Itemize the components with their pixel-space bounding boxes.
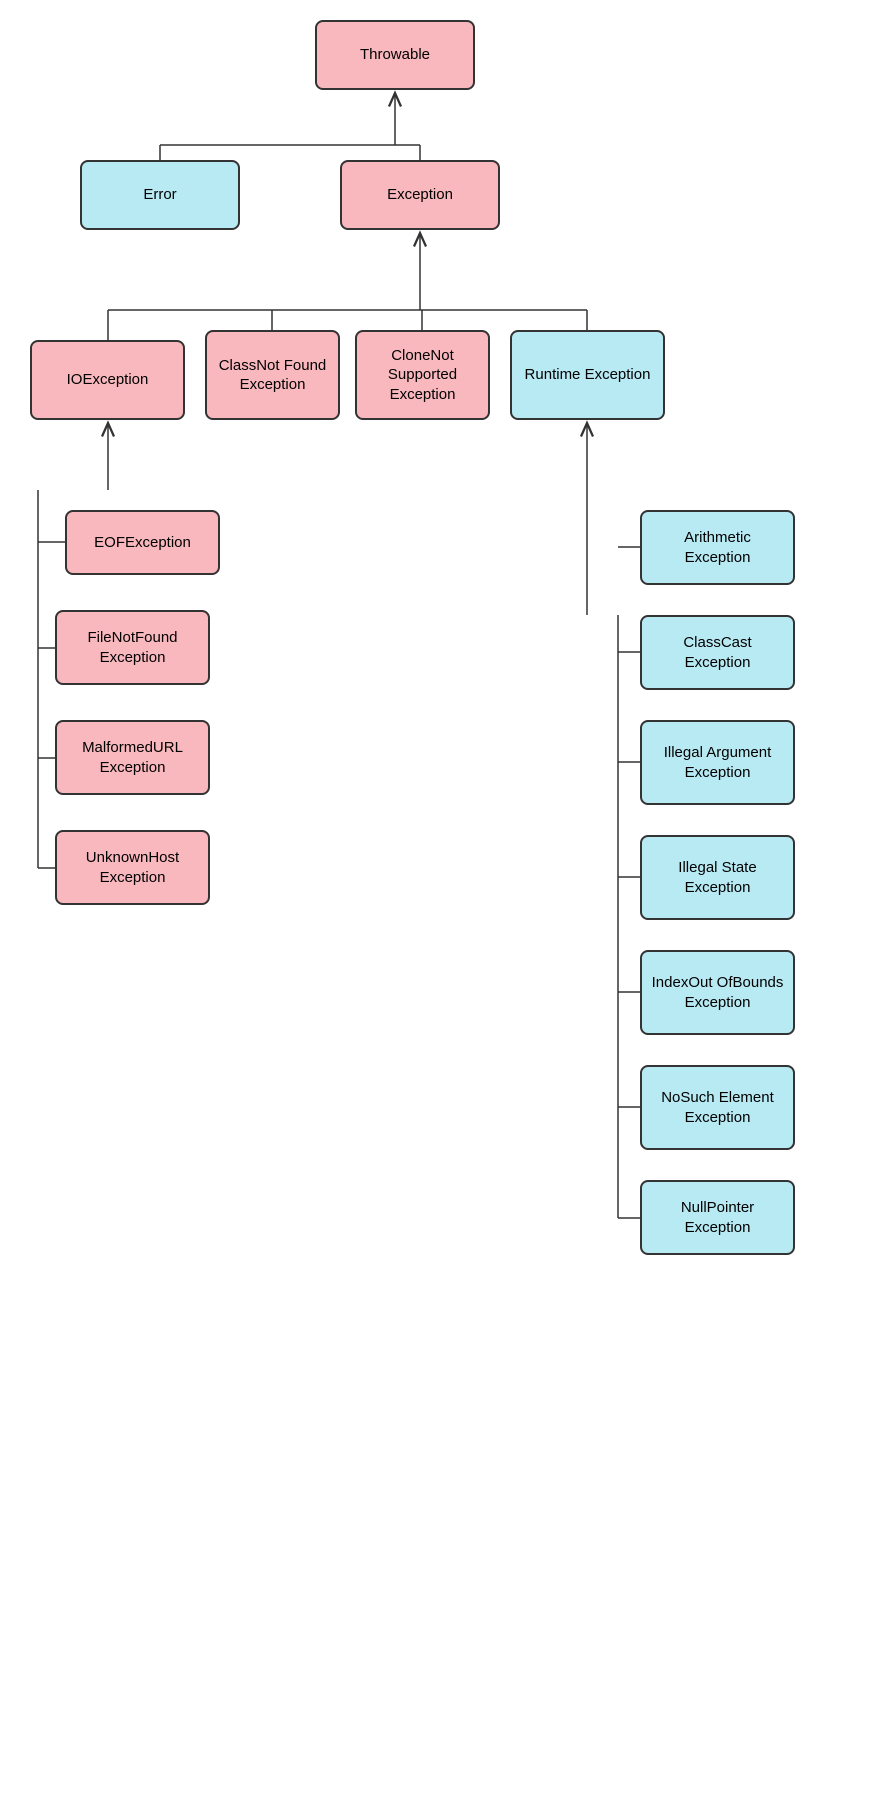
node-malformedurl: MalformedURL Exception [55, 720, 210, 795]
node-classnotfound: ClassNot Found Exception [205, 330, 340, 420]
node-illegalstate: Illegal State Exception [640, 835, 795, 920]
node-ioexception: IOException [30, 340, 185, 420]
node-indexoutofbounds: IndexOut OfBounds Exception [640, 950, 795, 1035]
node-filenotfound: FileNotFound Exception [55, 610, 210, 685]
node-arithmetic: Arithmetic Exception [640, 510, 795, 585]
class-hierarchy-diagram: Throwable Error Exception IOException Cl… [0, 0, 883, 1814]
node-classcast: ClassCast Exception [640, 615, 795, 690]
node-clonenotsupported: CloneNot Supported Exception [355, 330, 490, 420]
node-error: Error [80, 160, 240, 230]
node-nullpointer: NullPointer Exception [640, 1180, 795, 1255]
node-throwable: Throwable [315, 20, 475, 90]
node-nosuchelement: NoSuch Element Exception [640, 1065, 795, 1150]
node-unknownhost: UnknownHost Exception [55, 830, 210, 905]
node-eofexception: EOFException [65, 510, 220, 575]
node-runtime: Runtime Exception [510, 330, 665, 420]
node-exception: Exception [340, 160, 500, 230]
node-illegalargument: Illegal Argument Exception [640, 720, 795, 805]
